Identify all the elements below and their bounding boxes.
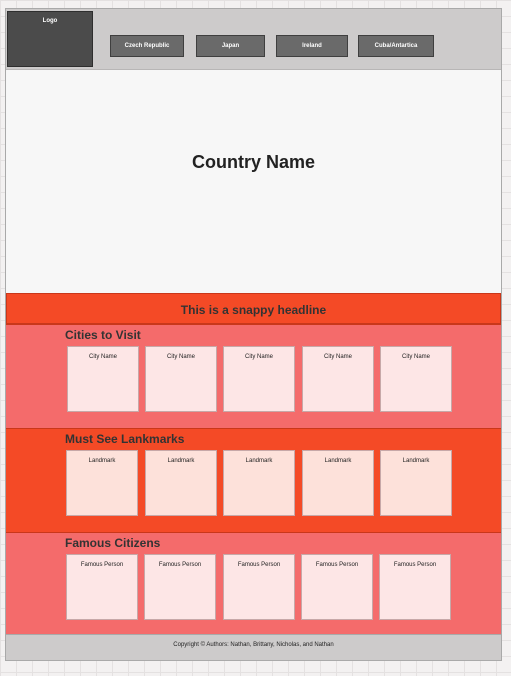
city-card[interactable]: City Name bbox=[223, 346, 295, 412]
site-footer: Copyright © Authors: Nathan, Brittany, N… bbox=[6, 634, 501, 660]
nav-cuba-antartica-button[interactable]: Cuba/Antartica bbox=[358, 35, 434, 57]
person-card[interactable]: Famous Person bbox=[223, 554, 295, 620]
site-header: Logo Czech Republic Japan Ireland Cuba/A… bbox=[6, 9, 501, 70]
landmark-card[interactable]: Landmark bbox=[66, 450, 138, 516]
copyright-text: Copyright © Authors: Nathan, Brittany, N… bbox=[173, 642, 334, 648]
headline-text: This is a snappy headline bbox=[180, 303, 327, 317]
landmark-card[interactable]: Landmark bbox=[302, 450, 374, 516]
person-card[interactable]: Famous Person bbox=[66, 554, 138, 620]
cities-section: Cities to Visit City Name City Name City… bbox=[6, 324, 501, 428]
citizens-section: Famous Citizens Famous Person Famous Per… bbox=[6, 532, 501, 636]
landmarks-section: Must See Lankmarks Landmark Landmark Lan… bbox=[6, 428, 501, 532]
nav-ireland-button[interactable]: Ireland bbox=[276, 35, 348, 57]
section-title: Must See Lankmarks bbox=[65, 432, 185, 446]
section-title: Cities to Visit bbox=[65, 328, 141, 342]
person-card[interactable]: Famous Person bbox=[144, 554, 216, 620]
city-card[interactable]: City Name bbox=[145, 346, 217, 412]
logo[interactable]: Logo bbox=[7, 11, 93, 67]
headline-bar: This is a snappy headline bbox=[6, 293, 501, 324]
page-mockup: Logo Czech Republic Japan Ireland Cuba/A… bbox=[5, 8, 502, 661]
person-card[interactable]: Famous Person bbox=[379, 554, 451, 620]
city-card[interactable]: City Name bbox=[302, 346, 374, 412]
page-title: Country Name bbox=[191, 152, 316, 172]
person-card[interactable]: Famous Person bbox=[301, 554, 373, 620]
nav-czech-republic-button[interactable]: Czech Republic bbox=[110, 35, 184, 57]
landmark-card[interactable]: Landmark bbox=[380, 450, 452, 516]
city-card[interactable]: City Name bbox=[67, 346, 139, 412]
hero-banner: Country Name bbox=[6, 70, 501, 293]
city-card[interactable]: City Name bbox=[380, 346, 452, 412]
nav-japan-button[interactable]: Japan bbox=[196, 35, 265, 57]
section-title: Famous Citizens bbox=[65, 536, 161, 550]
landmark-card[interactable]: Landmark bbox=[145, 450, 217, 516]
landmark-card[interactable]: Landmark bbox=[223, 450, 295, 516]
